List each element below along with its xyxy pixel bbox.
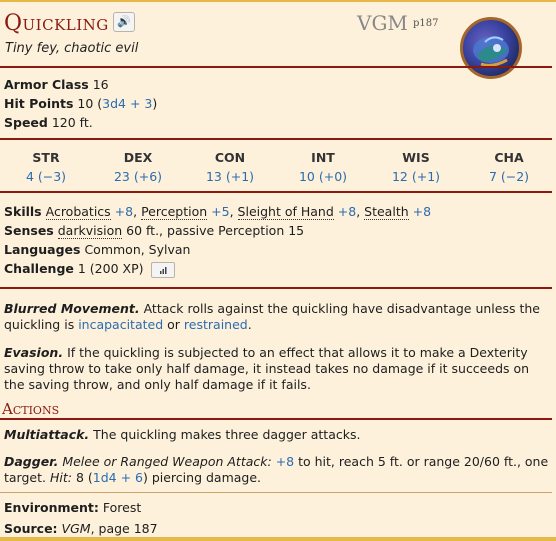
- hit-points-close: ): [152, 96, 158, 111]
- ability-name: CON: [214, 150, 246, 165]
- damage-text: 8 (: [75, 470, 93, 485]
- speaker-icon[interactable]: 🔊: [113, 12, 135, 32]
- armor-class-label: Armor Class: [4, 77, 89, 92]
- skill-name[interactable]: Sleight of Hand: [237, 204, 334, 220]
- armor-class-value: 16: [92, 77, 109, 92]
- languages-row: Languages Common, Sylvan: [4, 242, 190, 257]
- ability-name: CHA: [494, 150, 524, 165]
- condition-link-restrained[interactable]: restrained: [184, 317, 248, 332]
- speed-value: 120 ft.: [51, 115, 93, 130]
- bar-chart-icon[interactable]: [151, 261, 176, 278]
- challenge-value: 1 (200 XP): [77, 261, 144, 276]
- ability-score-roll[interactable]: 10 (+0): [277, 169, 369, 184]
- action-multiattack: Multiattack. The quickling makes three d…: [4, 427, 552, 443]
- skill-name[interactable]: Perception: [141, 204, 208, 220]
- trait-text: If the quickling is subjected to an effe…: [4, 345, 530, 392]
- ability-score-roll[interactable]: 13 (+1): [184, 169, 276, 184]
- speed-label: Speed: [4, 115, 48, 130]
- creature-token-image[interactable]: [460, 17, 522, 79]
- divider: [0, 418, 552, 420]
- creature-name: Quickling: [4, 11, 109, 36]
- action-name: Multiattack.: [4, 427, 90, 442]
- environment-row: Environment: Forest: [4, 500, 141, 515]
- senses-label: Senses: [4, 223, 54, 238]
- skill-bonus-roll[interactable]: +8: [338, 204, 356, 219]
- ability-cha: CHA 7 (−2): [463, 150, 555, 184]
- challenge-row: Challenge 1 (200 XP): [4, 261, 176, 278]
- skill-bonus-roll[interactable]: +8: [413, 204, 431, 219]
- hit-points-value: 10 (: [77, 96, 103, 111]
- ability-str: STR 4 (−3): [0, 150, 92, 184]
- trait-name: Blurred Movement.: [4, 301, 140, 316]
- skill-name[interactable]: Stealth: [364, 204, 409, 220]
- action-name: Dagger.: [4, 454, 59, 469]
- environment-value: Forest: [102, 500, 142, 515]
- ability-score-roll[interactable]: 7 (−2): [463, 169, 555, 184]
- skill-name[interactable]: Acrobatics: [45, 204, 111, 220]
- senses-value: 60 ft., passive Perception 15: [126, 223, 305, 238]
- bar-chart-glyph: [160, 266, 167, 274]
- condition-link-incapacitated[interactable]: incapacitated: [78, 317, 163, 332]
- sense-darkvision[interactable]: darkvision: [57, 223, 123, 239]
- trait-evasion: Evasion. If the quickling is subjected t…: [4, 345, 552, 393]
- hit-dice-roll[interactable]: 3d4 + 3: [102, 96, 152, 111]
- challenge-label: Challenge: [4, 261, 74, 276]
- source-label: Source:: [4, 521, 58, 536]
- ability-con: CON 13 (+1): [184, 150, 276, 184]
- ability-wis: WIS 12 (+1): [370, 150, 462, 184]
- divider: [0, 492, 552, 493]
- trait-text: or: [167, 317, 180, 332]
- hit-points-row: Hit Points 10 (3d4 + 3): [4, 96, 157, 111]
- divider: [0, 191, 552, 193]
- hit-label: Hit:: [49, 470, 72, 485]
- action-dagger: Dagger. Melee or Ranged Weapon Attack: +…: [4, 454, 552, 486]
- ability-name: INT: [311, 150, 335, 165]
- action-text: The quickling makes three dagger attacks…: [93, 427, 361, 442]
- skills-label: Skills: [4, 204, 42, 219]
- senses-row: Senses darkvision 60 ft., passive Percep…: [4, 223, 305, 239]
- creature-type: Tiny fey, chaotic evil: [5, 41, 139, 56]
- attack-bonus-roll[interactable]: +8: [276, 454, 294, 469]
- ability-score-roll[interactable]: 12 (+1): [370, 169, 462, 184]
- trait-blurred-movement: Blurred Movement. Attack rolls against t…: [4, 301, 552, 333]
- attack-type: Melee or Ranged Weapon Attack:: [62, 454, 272, 469]
- source-page-ref: , page 187: [90, 521, 158, 536]
- skill-bonus-roll[interactable]: +5: [211, 204, 229, 219]
- hit-points-label: Hit Points: [4, 96, 74, 111]
- damage-roll[interactable]: 1d4 + 6: [93, 470, 143, 485]
- ability-int: INT 10 (+0): [277, 150, 369, 184]
- source-row: Source: VGM, page 187: [4, 521, 158, 536]
- ability-score-roll[interactable]: 4 (−3): [0, 169, 92, 184]
- ability-name: STR: [32, 150, 60, 165]
- divider: [0, 287, 552, 289]
- source-page: p187: [413, 18, 439, 29]
- ability-dex: DEX 23 (+6): [92, 150, 184, 184]
- divider: [0, 66, 552, 68]
- skills-row: Skills Acrobatics +8, Perception +5, Sle…: [4, 204, 432, 220]
- languages-label: Languages: [4, 242, 81, 257]
- armor-class-row: Armor Class 16: [4, 77, 109, 92]
- source-abbr[interactable]: VGM: [357, 11, 408, 35]
- source-book: VGM: [61, 521, 91, 536]
- divider: [0, 138, 552, 140]
- ability-score-roll[interactable]: 23 (+6): [92, 169, 184, 184]
- damage-text: ) piercing damage.: [142, 470, 262, 485]
- ability-name: DEX: [123, 150, 153, 165]
- ability-name: WIS: [402, 150, 430, 165]
- actions-header: Actions: [2, 400, 60, 418]
- trait-text: .: [247, 317, 252, 332]
- skill-bonus-roll[interactable]: +8: [115, 204, 133, 219]
- languages-value: Common, Sylvan: [84, 242, 191, 257]
- speed-row: Speed 120 ft.: [4, 115, 93, 130]
- trait-name: Evasion.: [4, 345, 64, 360]
- stat-block: Quickling 🔊 VGM p187 Tiny fey, chaotic e…: [0, 0, 556, 541]
- environment-label: Environment:: [4, 500, 99, 515]
